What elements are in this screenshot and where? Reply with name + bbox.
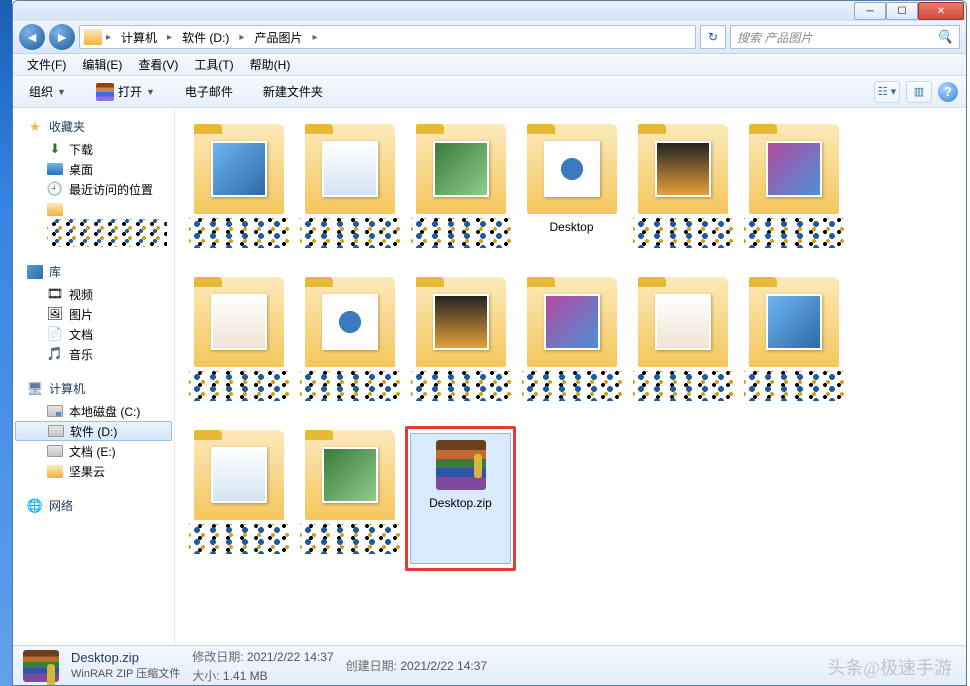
crumb-computer[interactable]: 计算机 [115, 26, 163, 48]
folder-item[interactable] [627, 120, 738, 265]
minimize-button[interactable]: ─ [854, 2, 886, 20]
folder-item[interactable] [294, 273, 405, 418]
status-mdate: 2021/2/22 14:37 [247, 650, 334, 664]
blurred-text [47, 219, 167, 247]
drive-icon [47, 405, 63, 417]
recent-icon: 🕘 [47, 181, 63, 197]
chevron-right-icon[interactable]: ▸ [165, 32, 174, 43]
picture-icon: 🖼 [47, 306, 63, 322]
sidebar-item-drive-d[interactable]: 软件 (D:) [15, 421, 172, 441]
search-placeholder: 搜索 产品图片 [737, 29, 812, 46]
search-icon: 🔍 [937, 29, 953, 45]
address-bar[interactable]: ▸ 计算机 ▸ 软件 (D:) ▸ 产品图片 ▸ [79, 25, 696, 49]
document-icon: 📄 [47, 326, 63, 342]
crumb-folder[interactable]: 产品图片 [248, 26, 308, 48]
help-button[interactable]: ? [938, 82, 958, 102]
menu-view[interactable]: 查看(V) [130, 55, 186, 75]
command-bar: 组织▼ 打开▼ 电子邮件 新建文件夹 ☷ ▾ ▥ ? [13, 76, 966, 108]
sidebar-item-jianguoyun[interactable]: 坚果云 [13, 461, 174, 481]
details-pane: Desktop.zip WinRAR ZIP 压缩文件 修改日期: 2021/2… [13, 645, 966, 685]
back-button[interactable]: ◄ [19, 24, 45, 50]
folder-item[interactable] [738, 120, 849, 265]
file-list[interactable]: Desktop Desktop.zip [175, 108, 966, 645]
menu-help[interactable]: 帮助(H) [242, 55, 299, 75]
video-icon: 🎞 [47, 286, 63, 302]
sidebar-item-drive-c[interactable]: 本地磁盘 (C:) [13, 401, 174, 421]
sidebar-item-music[interactable]: 🎵音乐 [13, 344, 174, 364]
file-item-selected[interactable]: Desktop.zip [405, 426, 516, 571]
menu-bar: 文件(F) 编辑(E) 查看(V) 工具(T) 帮助(H) [13, 54, 966, 76]
sidebar-item-videos[interactable]: 🎞视频 [13, 284, 174, 304]
rar-icon [96, 83, 114, 101]
open-button[interactable]: 打开▼ [88, 80, 163, 104]
status-size: 1.41 MB [223, 669, 268, 683]
desktop-icon [47, 163, 63, 175]
network-icon: 🌐 [27, 498, 43, 514]
folder-icon [47, 203, 63, 216]
status-filename: Desktop.zip [71, 650, 180, 665]
file-label: Desktop.zip [429, 496, 492, 510]
folder-item[interactable] [183, 273, 294, 418]
rar-icon [436, 440, 486, 490]
folder-item[interactable] [405, 120, 516, 265]
folder-item[interactable] [516, 273, 627, 418]
status-cdate: 2021/2/22 14:37 [400, 659, 487, 673]
preview-pane-button[interactable]: ▥ [906, 81, 932, 103]
folder-icon [84, 29, 102, 45]
sidebar-item-desktop[interactable]: 桌面 [13, 159, 174, 179]
chevron-right-icon[interactable]: ▸ [104, 32, 113, 43]
folder-item[interactable] [405, 273, 516, 418]
drive-icon [48, 425, 64, 437]
sidebar-item-documents[interactable]: 📄文档 [13, 324, 174, 344]
sidebar-favorites[interactable]: ★收藏夹 [13, 116, 174, 139]
rar-icon [23, 650, 59, 682]
nav-bar: ◄ ► ▸ 计算机 ▸ 软件 (D:) ▸ 产品图片 ▸ ↻ 搜索 产品图片 🔍 [13, 21, 966, 54]
folder-item[interactable] [183, 426, 294, 571]
folder-item[interactable] [627, 273, 738, 418]
sidebar-computer[interactable]: 🖥计算机 [13, 378, 174, 401]
forward-button[interactable]: ► [49, 24, 75, 50]
newfolder-button[interactable]: 新建文件夹 [255, 80, 331, 103]
sidebar-item-drive-e[interactable]: 文档 (E:) [13, 441, 174, 461]
titlebar: ─ ☐ ✕ [13, 1, 966, 21]
computer-icon: 🖥 [27, 381, 43, 397]
folder-item[interactable] [294, 120, 405, 265]
chevron-right-icon[interactable]: ▸ [237, 32, 246, 43]
folder-icon [47, 465, 63, 478]
folder-item[interactable] [294, 426, 405, 571]
sidebar-network[interactable]: 🌐网络 [13, 495, 174, 518]
refresh-button[interactable]: ↻ [700, 25, 726, 49]
crumb-drive[interactable]: 软件 (D:) [176, 26, 235, 48]
chevron-right-icon[interactable]: ▸ [310, 32, 319, 43]
search-input[interactable]: 搜索 产品图片 🔍 [730, 25, 960, 49]
navigation-pane: ★收藏夹 ⬇下载 桌面 🕘最近访问的位置 库 🎞视频 🖼图片 📄文档 🎵音乐 🖥… [13, 108, 175, 645]
menu-tools[interactable]: 工具(T) [186, 55, 241, 75]
menu-edit[interactable]: 编辑(E) [74, 55, 130, 75]
music-icon: 🎵 [47, 346, 63, 362]
folder-item[interactable] [183, 120, 294, 265]
organize-button[interactable]: 组织▼ [21, 80, 74, 103]
sidebar-item-recent[interactable]: 🕘最近访问的位置 [13, 179, 174, 199]
maximize-button[interactable]: ☐ [886, 2, 918, 20]
drive-icon [47, 445, 63, 457]
sidebar-item-downloads[interactable]: ⬇下载 [13, 139, 174, 159]
sidebar-item-blurred[interactable] [13, 199, 174, 219]
folder-item[interactable]: Desktop [516, 120, 627, 265]
email-button[interactable]: 电子邮件 [177, 80, 241, 103]
close-button[interactable]: ✕ [918, 2, 964, 20]
star-icon: ★ [27, 119, 43, 135]
sidebar-libraries[interactable]: 库 [13, 261, 174, 284]
library-icon [27, 265, 43, 279]
sidebar-item-pictures[interactable]: 🖼图片 [13, 304, 174, 324]
download-icon: ⬇ [47, 141, 63, 157]
menu-file[interactable]: 文件(F) [19, 55, 74, 75]
status-filetype: WinRAR ZIP 压缩文件 [71, 665, 180, 681]
explorer-window: ─ ☐ ✕ ◄ ► ▸ 计算机 ▸ 软件 (D:) ▸ 产品图片 ▸ ↻ 搜索 … [12, 0, 967, 686]
folder-item[interactable] [738, 273, 849, 418]
watermark: 头条@极速手游 [827, 654, 952, 680]
view-mode-button[interactable]: ☷ ▾ [874, 81, 900, 103]
